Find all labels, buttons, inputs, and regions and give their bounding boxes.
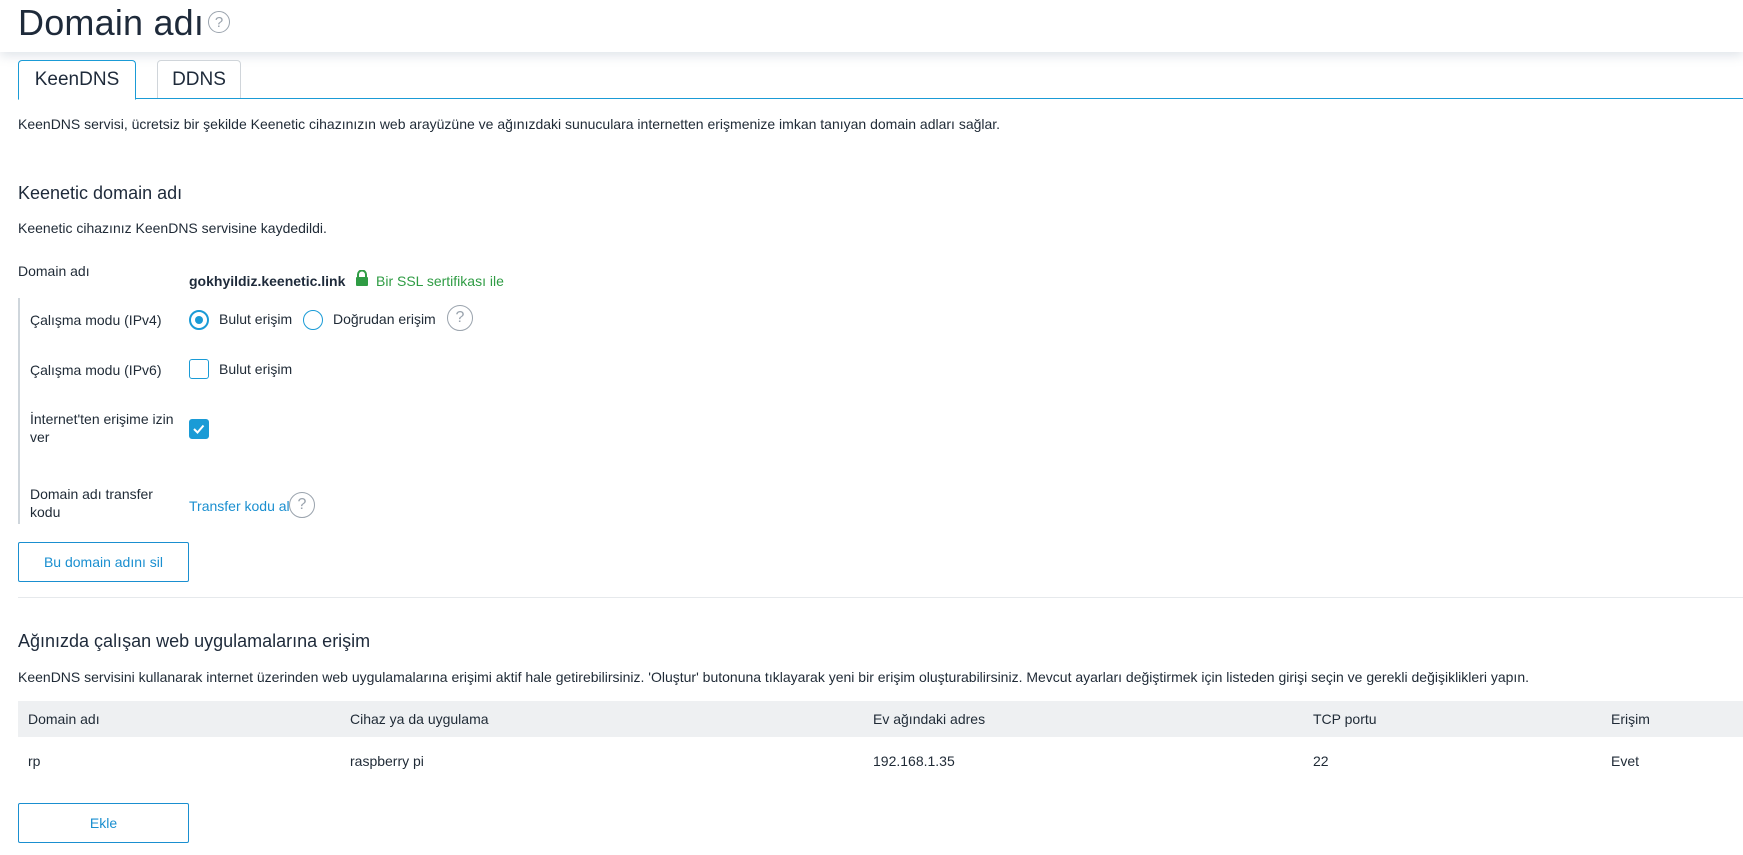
checkbox-cloud-access-label[interactable]: Bulut erişim [219, 361, 292, 377]
transfer-code-label-line2: kodu [30, 504, 61, 520]
ipv4-help-icon[interactable]: ? [447, 305, 473, 331]
registered-text: Keenetic cihazınız KeenDNS servisine kay… [18, 220, 327, 236]
tabs-underline [18, 98, 1743, 99]
transfer-code-label: Domain adı transfer kodu [30, 485, 153, 521]
page-title: Domain adı [18, 2, 205, 43]
transfer-help-icon[interactable]: ? [289, 492, 315, 518]
webapps-description: KeenDNS servisini kullanarak internet üz… [18, 669, 1529, 685]
domain-label: Domain adı [18, 263, 90, 279]
internet-access-label: İnternet'ten erişime izin ver [30, 410, 174, 446]
checkbox-internet-access[interactable] [189, 419, 209, 439]
cell-domain: rp [28, 753, 41, 769]
check-icon [193, 424, 205, 434]
col-domain: Domain adı [28, 711, 100, 727]
col-device: Cihaz ya da uygulama [350, 711, 489, 727]
radio-direct-access-label[interactable]: Doğrudan erişim [333, 311, 436, 327]
domain-value: gokhyildiz.keenetic.link [189, 273, 346, 289]
table-header: Domain adı Cihaz ya da uygulama Ev ağınd… [18, 701, 1743, 737]
cell-device: raspberry pi [350, 753, 424, 769]
transfer-code-label-line1: Domain adı transfer [30, 486, 153, 502]
table-row[interactable]: rp raspberry pi 192.168.1.35 22 Evet [18, 740, 1743, 784]
lock-icon [356, 270, 368, 286]
tab-ddns[interactable]: DDNS [157, 60, 241, 98]
settings-group-bar [18, 298, 20, 524]
keenetic-domain-title: Keenetic domain adı [18, 183, 183, 203]
ipv4-mode-label: Çalışma modu (IPv4) [30, 312, 162, 328]
section-divider [18, 597, 1743, 598]
help-icon[interactable]: ? [208, 11, 230, 33]
ipv6-mode-label: Çalışma modu (IPv6) [30, 362, 162, 378]
page-header: Domain adı ? [0, 0, 1743, 52]
checkbox-cloud-access-ipv6[interactable] [189, 359, 209, 379]
col-access: Erişim [1611, 711, 1650, 727]
cell-tcp-port: 22 [1313, 753, 1329, 769]
col-tcp-port: TCP portu [1313, 711, 1377, 727]
internet-access-label-line1: İnternet'ten erişime izin [30, 411, 174, 427]
radio-direct-access-ipv4[interactable] [303, 310, 323, 330]
ssl-status: Bir SSL sertifikası ile [376, 273, 504, 289]
add-button[interactable]: Ekle [18, 803, 189, 843]
col-address: Ev ağındaki adres [873, 711, 986, 727]
tab-keendns[interactable]: KeenDNS [18, 60, 136, 100]
cell-access: Evet [1611, 753, 1640, 769]
cell-address: 192.168.1.35 [873, 753, 955, 769]
intro-text: KeenDNS servisi, ücretsiz bir şekilde Ke… [18, 116, 1001, 132]
transfer-code-link[interactable]: Transfer kodu al [189, 498, 290, 514]
internet-access-label-line2: ver [30, 429, 50, 445]
delete-domain-button[interactable]: Bu domain adını sil [18, 542, 189, 582]
radio-cloud-access-ipv4[interactable] [189, 310, 209, 330]
webapps-title: Ağınızda çalışan web uygulamalarına eriş… [18, 631, 371, 651]
radio-cloud-access-label[interactable]: Bulut erişim [219, 311, 292, 327]
